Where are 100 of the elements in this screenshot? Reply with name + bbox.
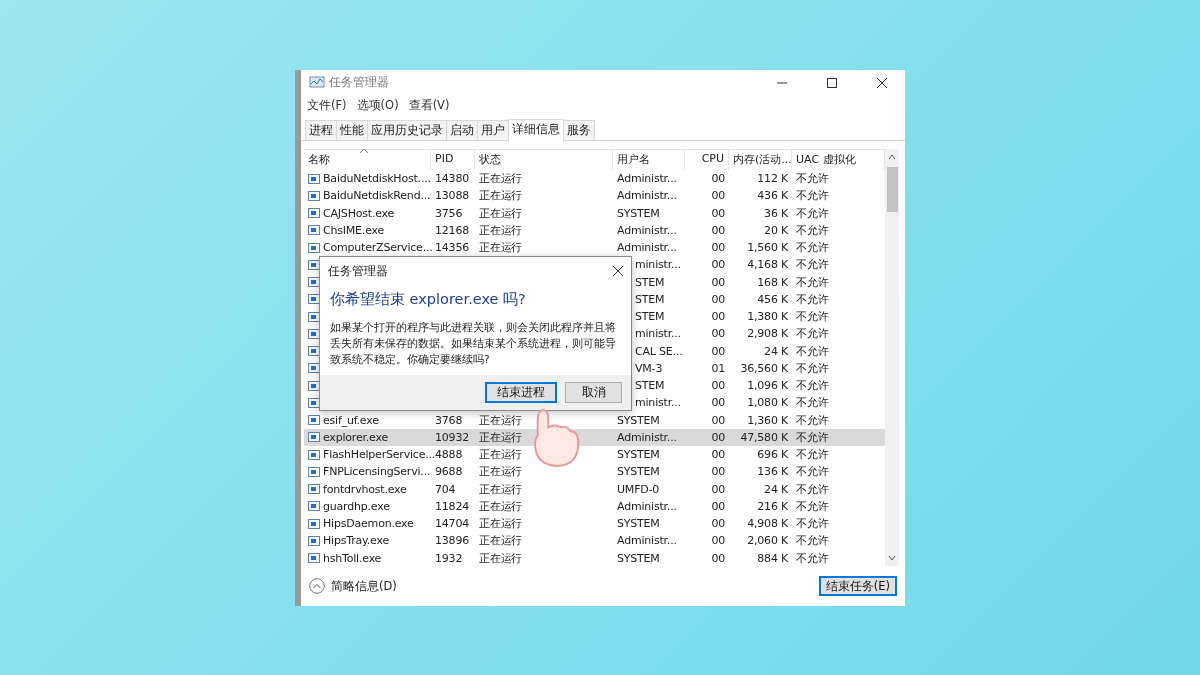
memory-cell: 456 K: [757, 292, 788, 306]
memory-cell: 112 K: [757, 172, 788, 186]
uac-cell: 不允许: [796, 550, 829, 566]
user-cell: SYSTEM: [617, 448, 660, 462]
cpu-cell: 00: [711, 482, 725, 496]
user-cell: UMFD-0: [617, 482, 660, 496]
uac-cell: 不允许: [796, 533, 829, 549]
uac-cell: 不允许: [796, 464, 829, 480]
memory-cell: 36 K: [764, 206, 788, 220]
uac-cell: 不允许: [796, 343, 829, 359]
status-cell: 正在运行: [479, 516, 523, 532]
user-cell: ministr...: [635, 258, 681, 272]
memory-cell: 216 K: [757, 499, 788, 513]
status-cell: 正在运行: [479, 498, 523, 514]
uac-cell: 不允许: [796, 447, 829, 463]
process-name: FlashHelperService...: [323, 448, 436, 462]
memory-cell: 47,580 K: [740, 430, 788, 444]
user-cell: Administr...: [617, 223, 677, 237]
process-name: HipsTray.exe: [323, 534, 389, 548]
dialog-heading: 你希望结束 explorer.exe 吗?: [329, 290, 527, 310]
pid-cell: 13896: [435, 534, 469, 548]
user-cell: STEM: [635, 310, 665, 324]
pid-cell: 14704: [435, 517, 469, 531]
uac-cell: 不允许: [796, 257, 829, 273]
process-name: CAJSHost.exe: [323, 206, 395, 220]
cpu-cell: 00: [711, 258, 725, 272]
pid-cell: 9688: [435, 465, 463, 479]
uac-cell: 不允许: [796, 222, 829, 238]
memory-cell: 36,560 K: [740, 361, 788, 375]
user-cell: Administr...: [617, 189, 677, 203]
memory-cell: 436 K: [757, 189, 788, 203]
user-cell: Administr...: [617, 430, 677, 444]
dialog-message: 如果某个打开的程序与此进程关联，则会关闭此程序并且将丢失所有未保存的数据。如果结束某个系统进程，则可能导致系统不稳定。你确定要继续吗?: [329, 320, 617, 368]
memory-cell: 696 K: [757, 448, 788, 462]
user-cell: VM-3: [635, 361, 663, 375]
cpu-cell: 00: [711, 396, 725, 410]
pid-cell: 13088: [435, 189, 469, 203]
uac-cell: 不允许: [796, 274, 829, 290]
memory-cell: 1,096 K: [747, 379, 788, 393]
uac-cell: 不允许: [796, 498, 829, 514]
memory-cell: 1,360 K: [747, 413, 788, 427]
uac-cell: 不允许: [796, 516, 829, 532]
memory-cell: 24 K: [764, 482, 788, 496]
pid-cell: 3756: [435, 206, 463, 220]
process-name: fontdrvhost.exe: [323, 482, 407, 496]
user-cell: Administr...: [617, 499, 677, 513]
window-title: 任务管理器: [329, 74, 390, 91]
memory-cell: 4,168 K: [747, 258, 788, 272]
status-cell: 正在运行: [479, 533, 523, 549]
memory-cell: 1,080 K: [747, 396, 788, 410]
memory-cell: 2,908 K: [747, 327, 788, 341]
cpu-cell: 00: [711, 292, 725, 306]
cpu-cell: 00: [711, 534, 725, 548]
uac-cell: 不允许: [796, 205, 829, 221]
dialog-title: 任务管理器: [328, 263, 388, 279]
pid-cell: 11824: [435, 499, 469, 513]
pid-cell: 10932: [435, 430, 469, 444]
pid-cell: 1932: [435, 551, 463, 565]
uac-cell: 不允许: [796, 412, 829, 428]
process-name: ComputerZService...: [323, 241, 433, 255]
cpu-cell: 00: [711, 275, 725, 289]
process-name: BaiduNetdiskHost....: [323, 172, 431, 186]
status-cell: 正在运行: [479, 550, 523, 566]
process-name: explorer.exe: [323, 430, 389, 444]
memory-cell: 136 K: [757, 465, 788, 479]
cpu-cell: 00: [711, 499, 725, 513]
user-cell: SYSTEM: [617, 465, 660, 479]
user-cell: CAL SE...: [635, 344, 683, 358]
status-cell: 正在运行: [479, 240, 523, 256]
status-cell: 正在运行: [479, 429, 523, 445]
process-name: BaiduNetdiskRend...: [323, 189, 431, 203]
user-cell: Administr...: [617, 172, 677, 186]
pid-cell: 704: [435, 482, 456, 496]
status-cell: 正在运行: [479, 447, 523, 463]
status-cell: 正在运行: [479, 412, 523, 428]
process-name: esif_uf.exe: [323, 413, 379, 427]
uac-cell: 不允许: [796, 240, 829, 256]
pid-cell: 14380: [435, 172, 469, 186]
cpu-cell: 00: [711, 413, 725, 427]
status-cell: 正在运行: [479, 188, 523, 204]
status-cell: 正在运行: [479, 481, 523, 497]
status-cell: 正在运行: [479, 464, 523, 480]
uac-cell: 不允许: [796, 309, 829, 325]
memory-cell: 20 K: [764, 223, 788, 237]
memory-cell: 4,908 K: [747, 517, 788, 531]
uac-cell: 不允许: [796, 378, 829, 394]
user-cell: Administr...: [617, 241, 677, 255]
memory-cell: 2,060 K: [747, 534, 788, 548]
pid-cell: 3768: [435, 413, 463, 427]
cpu-cell: 00: [711, 223, 725, 237]
memory-cell: 1,560 K: [747, 241, 788, 255]
uac-cell: 不允许: [796, 188, 829, 204]
cpu-cell: 00: [711, 327, 725, 341]
user-cell: ministr...: [635, 327, 681, 341]
cpu-cell: 00: [711, 172, 725, 186]
cpu-cell: 00: [711, 448, 725, 462]
pid-cell: 12168: [435, 223, 469, 237]
user-cell: SYSTEM: [617, 206, 660, 220]
memory-cell: 1,380 K: [747, 310, 788, 324]
uac-cell: 不允许: [796, 481, 829, 497]
